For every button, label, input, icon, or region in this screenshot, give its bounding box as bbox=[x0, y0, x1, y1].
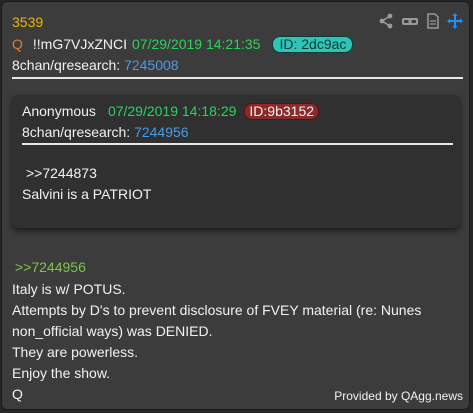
footer-credit: Provided by QAgg.news bbox=[334, 389, 463, 403]
board-line: 8chan/qresearch: 7245008 bbox=[12, 56, 179, 74]
body-line: Italy is w/ POTUS. bbox=[12, 281, 126, 297]
quoted-post: Anonymous 07/29/2019 14:18:29 ID:9b3152 … bbox=[12, 95, 460, 228]
post-header: Q !!mG7VJxZNCI 07/29/2019 14:21:35 ID: 2… bbox=[12, 35, 354, 53]
quoted-datetime: 07/29/2019 14:18:29 bbox=[107, 103, 237, 119]
board-label: 8chan/qresearch: bbox=[12, 57, 121, 73]
id-badge[interactable]: ID: 2dc9ac bbox=[272, 35, 354, 53]
quoted-reply-ref[interactable]: >>7244873 bbox=[26, 164, 97, 182]
post-toolbar bbox=[379, 13, 463, 29]
post-number: 3539 bbox=[12, 14, 44, 30]
body-line: They are powerless. bbox=[12, 344, 139, 360]
board-post-link[interactable]: 7245008 bbox=[124, 57, 179, 73]
move-icon[interactable] bbox=[447, 13, 463, 29]
q-marker: Q bbox=[12, 36, 23, 52]
quoted-header: Anonymous 07/29/2019 14:18:29 ID:9b3152 bbox=[22, 102, 320, 120]
document-icon[interactable] bbox=[427, 13, 439, 29]
quoted-board-line: 8chan/qresearch: 7244956 bbox=[22, 123, 189, 141]
post-body: Italy is w/ POTUS. Attempts by D's to pr… bbox=[12, 279, 421, 405]
post-card: 3539 Q !!mG7VJxZNCI 07/29/2019 14:21:35 … bbox=[1, 1, 470, 410]
post-datetime: 07/29/2019 14:21:35 bbox=[132, 36, 261, 52]
share-icon[interactable] bbox=[379, 13, 393, 29]
quoted-author: Anonymous bbox=[22, 103, 96, 119]
quoted-board-label: 8chan/qresearch: bbox=[22, 124, 131, 140]
body-line: Attempts by D's to prevent disclosure of… bbox=[12, 302, 422, 318]
divider bbox=[12, 77, 463, 79]
quoted-divider bbox=[22, 143, 453, 145]
glasses-icon[interactable] bbox=[401, 13, 419, 29]
tripcode: !!mG7VJxZNCI bbox=[32, 36, 128, 52]
reply-ref-link[interactable]: >>7244956 bbox=[15, 258, 86, 276]
quoted-body: Salvini is a PATRIOT bbox=[22, 186, 152, 202]
body-line: Enjoy the show. bbox=[12, 365, 111, 381]
quoted-board-post-link[interactable]: 7244956 bbox=[134, 124, 189, 140]
quoted-id-badge[interactable]: ID:9b3152 bbox=[244, 102, 320, 120]
body-line: non_official ways) was DENIED. bbox=[12, 323, 213, 339]
